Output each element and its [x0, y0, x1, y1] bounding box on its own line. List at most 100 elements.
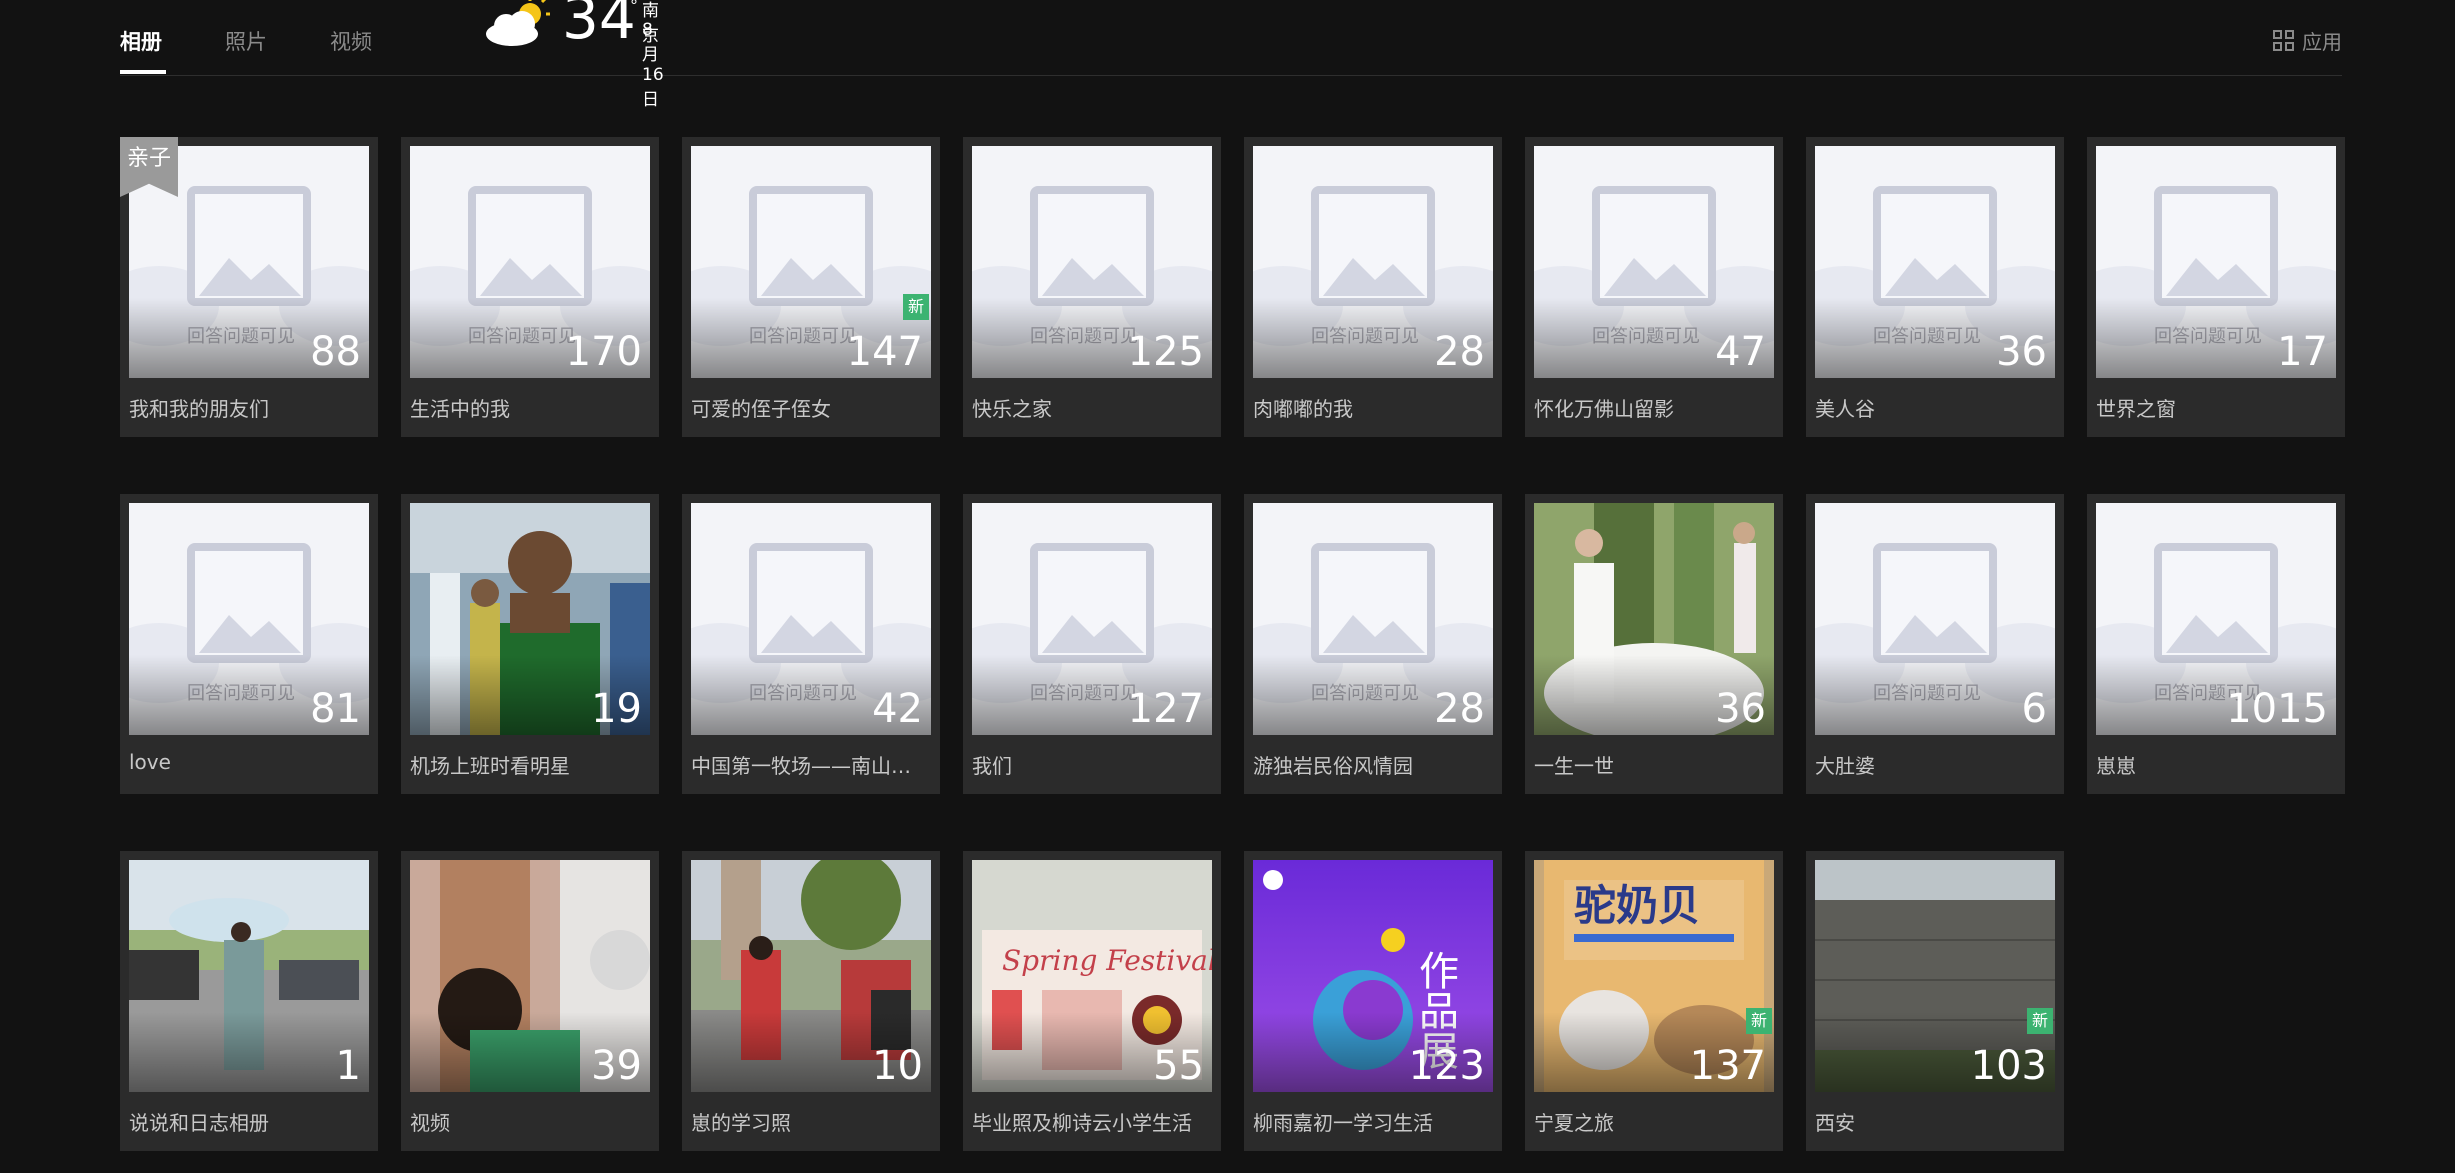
photo-count: 17	[2277, 329, 2328, 375]
partly-sunny-icon	[486, 0, 550, 46]
album-name[interactable]: 机场上班时看明星	[410, 750, 650, 779]
album-name[interactable]: 毕业照及柳诗云小学生活	[972, 1107, 1212, 1136]
album-cover[interactable]: 36	[1534, 503, 1774, 735]
album-cover[interactable]: 回答问题可见6	[1815, 503, 2055, 735]
album-cover[interactable]: 驼奶贝 137 新	[1534, 860, 1774, 1092]
photo-count: 28	[1434, 329, 1485, 375]
album-name[interactable]: 可爱的侄子侄女	[691, 393, 931, 422]
album-name[interactable]: 游独岩民俗风情园	[1253, 750, 1493, 779]
photo-count: 47	[1715, 329, 1766, 375]
photo-count: 19	[591, 686, 642, 732]
album-name[interactable]: 世界之窗	[2096, 393, 2336, 422]
album-name[interactable]: 大肚婆	[1815, 750, 2055, 779]
album-cover[interactable]: 1	[129, 860, 369, 1092]
album-card[interactable]: 回答问题可见28 游独岩民俗风情园	[1244, 494, 1502, 794]
album-card[interactable]: 回答问题可见1015 崽崽	[2087, 494, 2345, 794]
album-cover[interactable]: 作品展 123	[1253, 860, 1493, 1092]
photo-count: 6	[2021, 686, 2047, 732]
album-cover[interactable]: Spring Festival 55	[972, 860, 1212, 1092]
album-card[interactable]: 回答问题可见170 生活中的我	[401, 137, 659, 437]
album-cover[interactable]: 回答问题可见47	[1534, 146, 1774, 378]
album-cover[interactable]: 回答问题可见42	[691, 503, 931, 735]
album-name[interactable]: 一生一世	[1534, 750, 1774, 779]
album-name[interactable]: 视频	[410, 1107, 650, 1136]
new-badge: 新	[2027, 1008, 2053, 1034]
album-card[interactable]: 回答问题可见81 love	[120, 494, 378, 794]
album-cover[interactable]: 回答问题可见28	[1253, 146, 1493, 378]
photo-count: 125	[1127, 329, 1204, 375]
weather-date: 8月16日	[642, 20, 664, 110]
cover-shade	[1815, 655, 2055, 735]
album-card[interactable]: 回答问题可见36 美人谷	[1806, 137, 2064, 437]
album-name[interactable]: love	[129, 750, 369, 774]
tab-photos[interactable]: 照片	[225, 26, 267, 56]
album-name[interactable]: 崽的学习照	[691, 1107, 931, 1136]
album-name[interactable]: 西安	[1815, 1107, 2055, 1136]
album-card[interactable]: 回答问题可见125 快乐之家	[963, 137, 1221, 437]
album-card[interactable]: 回答问题可见28 肉嘟嘟的我	[1244, 137, 1502, 437]
photo-count: 10	[872, 1043, 923, 1089]
album-card[interactable]: 39 视频	[401, 851, 659, 1151]
photo-count: 88	[310, 329, 361, 375]
album-cover[interactable]: 回答问题可见170	[410, 146, 650, 378]
cover-shade	[129, 1012, 369, 1092]
album-card[interactable]: 回答问题可见6 大肚婆	[1806, 494, 2064, 794]
new-badge: 新	[903, 294, 929, 320]
photo-count: 137	[1689, 1043, 1766, 1089]
album-cover[interactable]: 19	[410, 503, 650, 735]
new-badge: 新	[1746, 1008, 1772, 1034]
album-name[interactable]: 柳雨嘉初一学习生活	[1253, 1107, 1493, 1136]
album-card[interactable]: 1 说说和日志相册	[120, 851, 378, 1151]
album-name[interactable]: 肉嘟嘟的我	[1253, 393, 1493, 422]
photo-count: 123	[1408, 1043, 1485, 1089]
album-name[interactable]: 生活中的我	[410, 393, 650, 422]
album-cover[interactable]: 39	[410, 860, 650, 1092]
apps-grid-icon	[2273, 30, 2294, 51]
svg-text:Spring Festival: Spring Festival	[1002, 944, 1212, 977]
tab-albums[interactable]: 相册	[120, 26, 162, 56]
album-cover[interactable]: 回答问题可见81	[129, 503, 369, 735]
album-name[interactable]: 崽崽	[2096, 750, 2336, 779]
album-name[interactable]: 怀化万佛山留影	[1534, 393, 1774, 422]
album-cover[interactable]: 10	[691, 860, 931, 1092]
album-card[interactable]: 回答问题可见147新可爱的侄子侄女	[682, 137, 940, 437]
album-grid: 回答问题可见88亲子我和我的朋友们回答问题可见170 生活中的我 回答问题可见147…	[120, 137, 2345, 1151]
album-card[interactable]: 103 新西安	[1806, 851, 2064, 1151]
photo-count: 170	[565, 329, 642, 375]
apps-button[interactable]: 应用	[2273, 26, 2342, 55]
album-cover[interactable]: 回答问题可见36	[1815, 146, 2055, 378]
album-card[interactable]: 回答问题可见17 世界之窗	[2087, 137, 2345, 437]
album-cover[interactable]: 103 新	[1815, 860, 2055, 1092]
temperature: 34	[562, 0, 636, 52]
album-cover[interactable]: 回答问题可见125	[972, 146, 1212, 378]
album-name[interactable]: 我们	[972, 750, 1212, 779]
album-name[interactable]: 宁夏之旅	[1534, 1107, 1774, 1136]
tab-videos[interactable]: 视频	[330, 26, 372, 56]
album-cover[interactable]: 回答问题可见1015	[2096, 503, 2336, 735]
degree-sign: °	[630, 0, 638, 15]
photo-count: 28	[1434, 686, 1485, 732]
album-card[interactable]: 作品展 123 柳雨嘉初一学习生活	[1244, 851, 1502, 1151]
album-card[interactable]: Spring Festival 55 毕业照及柳诗云小学生活	[963, 851, 1221, 1151]
album-cover[interactable]: 回答问题可见28	[1253, 503, 1493, 735]
album-name[interactable]: 美人谷	[1815, 393, 2055, 422]
photo-count: 1	[335, 1043, 361, 1089]
album-card[interactable]: 10 崽的学习照	[682, 851, 940, 1151]
album-name[interactable]: 快乐之家	[972, 393, 1212, 422]
album-name[interactable]: 我和我的朋友们	[129, 393, 369, 422]
photo-count: 103	[1970, 1043, 2047, 1089]
album-card[interactable]: 回答问题可见47 怀化万佛山留影	[1525, 137, 1783, 437]
photo-count: 1015	[2226, 686, 2328, 732]
album-card[interactable]: 回答问题可见42 中国第一牧场——南山…	[682, 494, 940, 794]
album-cover[interactable]: 回答问题可见17	[2096, 146, 2336, 378]
album-card[interactable]: 36 一生一世	[1525, 494, 1783, 794]
album-name[interactable]: 中国第一牧场——南山…	[691, 750, 931, 779]
photo-count: 55	[1153, 1043, 1204, 1089]
album-card[interactable]: 回答问题可见88亲子我和我的朋友们	[120, 137, 378, 437]
album-card[interactable]: 19 机场上班时看明星	[401, 494, 659, 794]
album-cover[interactable]: 回答问题可见127	[972, 503, 1212, 735]
album-card[interactable]: 回答问题可见127 我们	[963, 494, 1221, 794]
album-card[interactable]: 驼奶贝 137 新宁夏之旅	[1525, 851, 1783, 1151]
album-cover[interactable]: 回答问题可见147新	[691, 146, 931, 378]
album-name[interactable]: 说说和日志相册	[129, 1107, 369, 1136]
